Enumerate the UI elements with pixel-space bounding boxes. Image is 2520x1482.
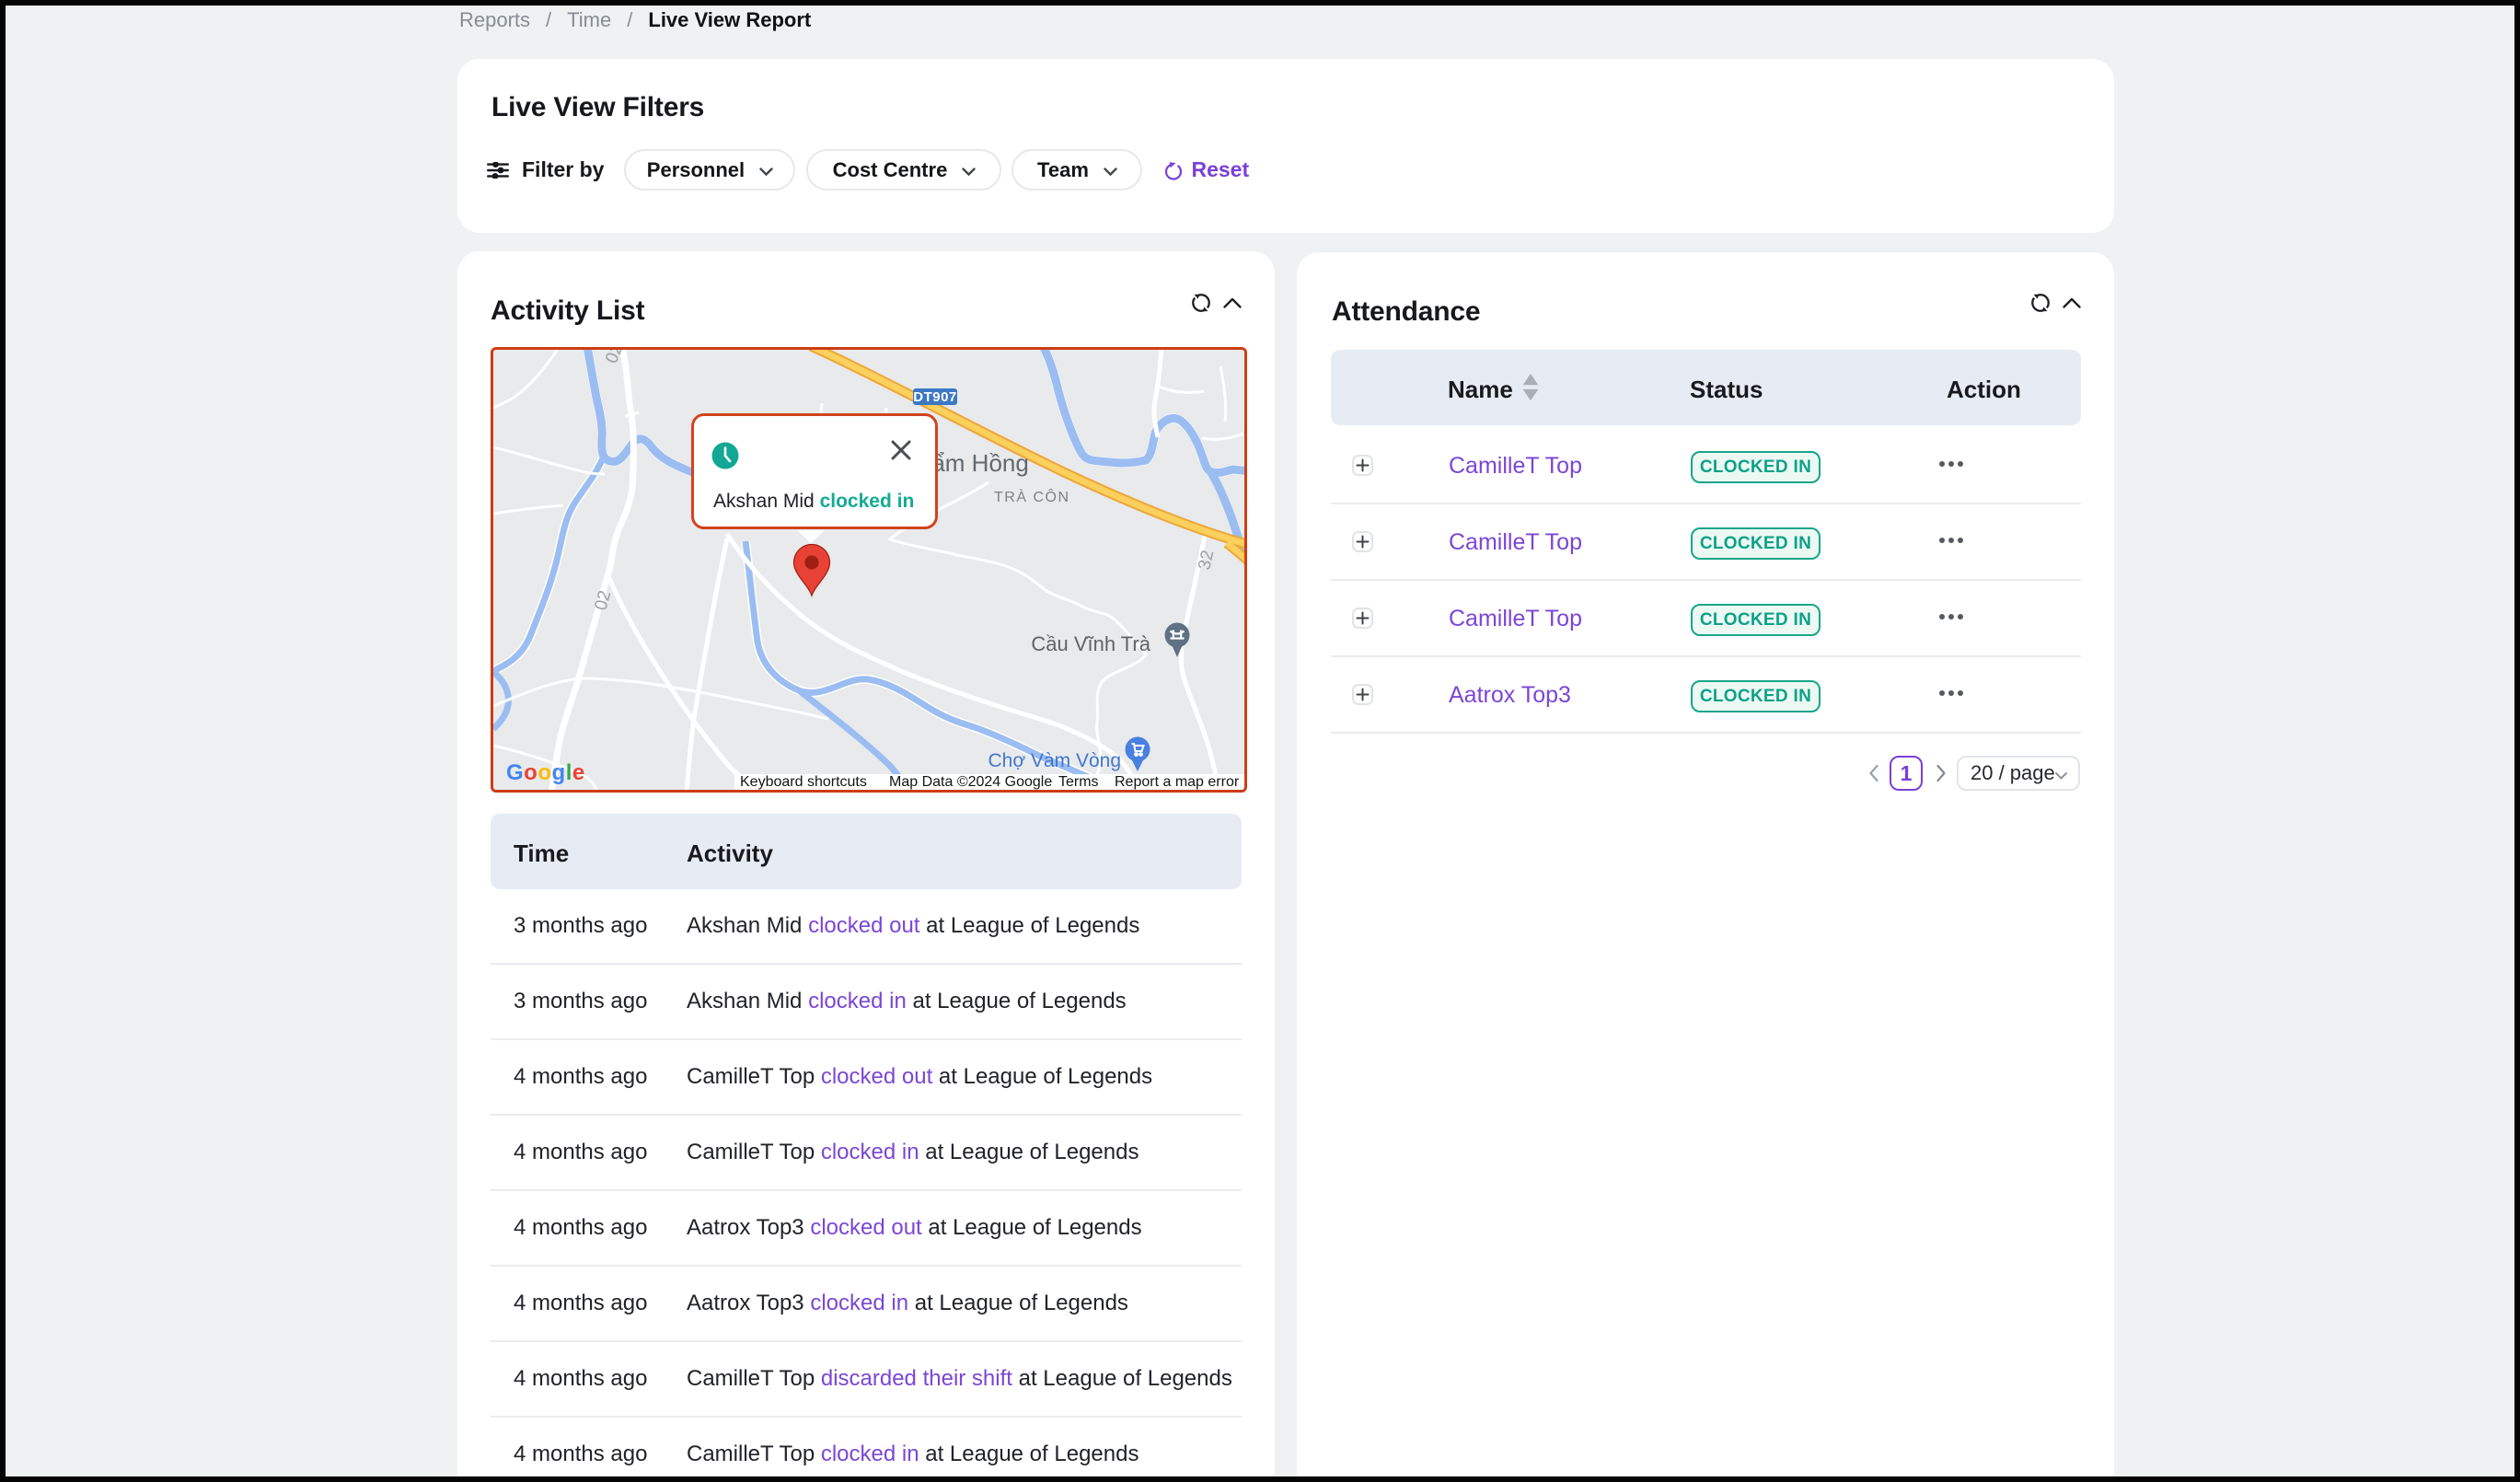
svg-text:Cầu Vĩnh Trà: Cầu Vĩnh Trà <box>1031 632 1150 655</box>
svg-text:DT907: DT907 <box>913 389 957 405</box>
svg-text:Chợ Vàm Vòng: Chợ Vàm Vòng <box>988 750 1121 771</box>
svg-text:TRÀ CÔN: TRÀ CÔN <box>994 488 1070 505</box>
svg-text:Google: Google <box>506 760 585 785</box>
svg-text:32: 32 <box>1195 549 1218 572</box>
